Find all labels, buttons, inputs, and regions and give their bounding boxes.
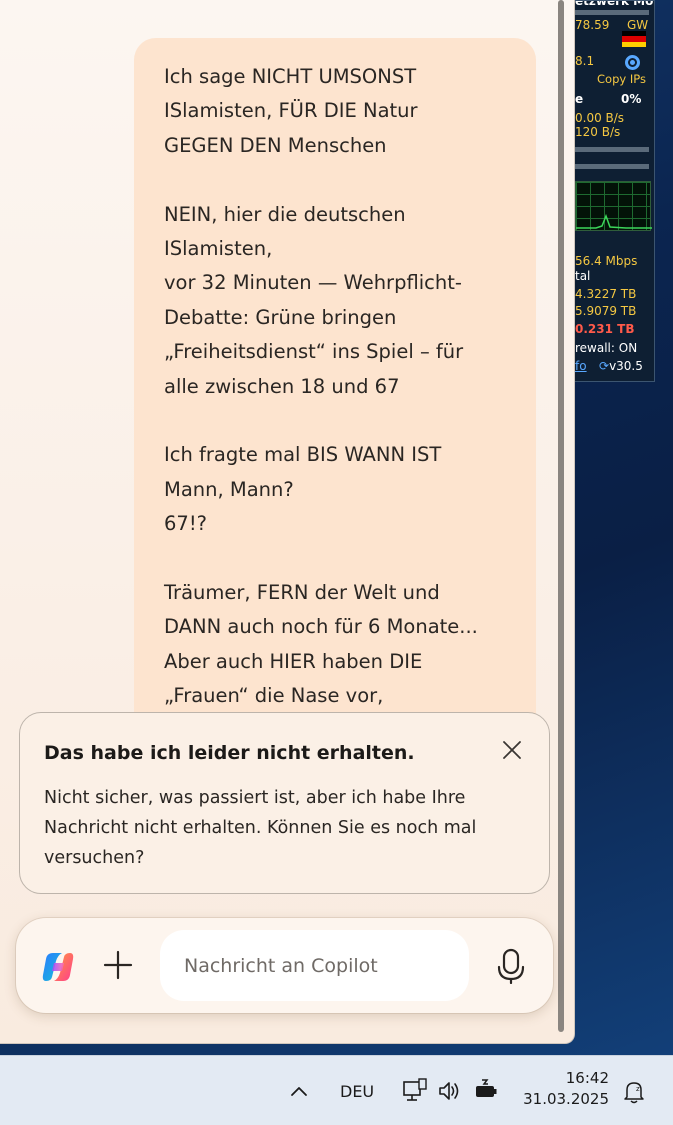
chevron-up-icon [291,1087,307,1096]
plus-icon [103,950,133,980]
message-line [164,163,506,197]
message-line: Debatte: Grüne bringen [164,305,397,329]
clock-time: 16:42 [565,1069,609,1087]
message-line: alle zwischen 18 und 67 [164,374,400,398]
widget-download-rate: 0.00 B/s [575,111,625,125]
microphone-icon [497,948,525,985]
widget-speed: 56.4 Mbps [575,254,638,268]
language-indicator[interactable]: DEU [340,1082,374,1101]
message-composer [16,918,553,1013]
taskbar: DEU 16:42 31.03.2025 z [0,1055,673,1125]
message-line: Mann, Mann? [164,477,294,501]
message-line: 67!? [164,512,207,536]
scrollbar[interactable] [558,0,564,1032]
widget-version: ⟳v30.5 [599,359,643,373]
show-hidden-icons-button[interactable] [290,1082,308,1101]
refresh-icon[interactable]: ⟳ [599,359,609,373]
widget-e-label: e [575,92,584,106]
message-line: Ich sage NICHT UMSONST [164,65,417,88]
network-icon[interactable] [402,1078,428,1108]
battery-icon[interactable] [473,1078,499,1106]
message-line: Ich fragte mal BIS WANN IST [164,443,442,467]
message-input[interactable] [160,930,469,1001]
message-line [164,541,506,575]
user-message-bubble: Ich sage NICHT UMSONST ISlamisten, FÜR DI… [134,38,536,758]
widget-firewall-status: rewall: ON [575,341,638,355]
copilot-logo-icon[interactable] [40,949,76,985]
widget-percent: 0% [621,92,642,106]
message-line: Aber auch HIER haben DIE [164,649,423,673]
clock-date: 31.03.2025 [523,1090,609,1108]
error-notice-card: Das habe ich leider nicht erhalten. Nich… [19,712,550,894]
widget-header: etzwerk Monitor II [575,0,654,8]
network-status-icon[interactable] [625,55,640,70]
widget-gw-label: GW [627,18,649,32]
widget-upload-rate: 120 B/s [575,125,621,139]
add-attachment-button[interactable] [102,949,134,981]
copy-ips-link[interactable]: Copy IPs [597,72,646,86]
widget-total-2: 5.9079 TB [575,304,637,318]
copilot-window: Ich sage NICHT UMSONST ISlamisten, FÜR DI… [0,0,575,1044]
widget-bar [575,10,649,15]
microphone-button[interactable] [494,948,528,985]
widget-version-text: v30.5 [609,359,643,373]
close-icon [503,741,521,759]
close-notice-button[interactable] [501,739,523,761]
message-line [164,404,506,438]
notification-bell-icon[interactable]: z [622,1079,646,1109]
widget-total-1: 4.3227 TB [575,287,637,301]
volume-icon[interactable] [437,1079,463,1107]
clock[interactable]: 16:42 31.03.2025 [522,1068,609,1110]
widget-bar [575,164,649,169]
message-line: Träumer, FERN der Welt und [164,580,440,604]
widget-bar [575,147,649,152]
traffic-graph [575,181,652,231]
message-line: vor 32 Minuten — Wehrpflicht- [164,271,462,295]
message-line: DANN auch noch für 6 Monate... [164,615,478,639]
widget-info-link[interactable]: fo [575,359,587,373]
message-line: „Freiheitsdienst“ ins Spiel – für [164,340,464,364]
widget-total-label: tal [575,269,591,283]
germany-flag-icon [622,31,646,47]
traffic-graph-line [576,213,652,229]
message-line: NEIN, hier die deutschen [164,202,406,226]
message-line: ISlamisten, [164,236,273,260]
widget-value-2: 8.1 [575,54,595,68]
message-line: GEGEN DEN Menschen [164,133,387,157]
widget-total-3: 0.231 TB [575,322,635,336]
message-line: „Frauen“ die Nase vor, [164,684,384,708]
message-line: ISlamisten, FÜR DIE Natur [164,99,418,123]
widget-value-1: 78.59 [575,18,610,32]
notice-body: Nicht sicher, was passiert ist, aber ich… [44,788,477,868]
notice-title: Das habe ich leider nicht erhalten. [44,742,415,764]
svg-text:z: z [636,1085,640,1093]
